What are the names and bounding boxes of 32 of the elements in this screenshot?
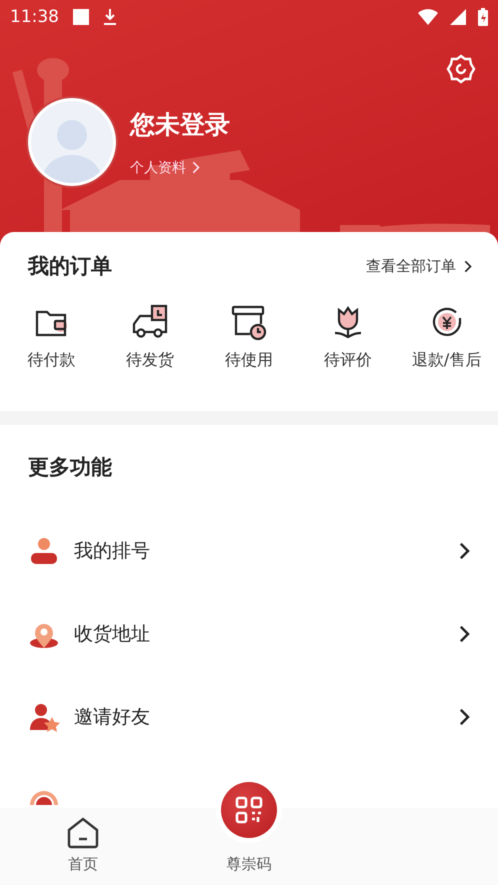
headset-icon	[28, 791, 60, 805]
chevron-right-icon	[459, 624, 470, 642]
profile-link[interactable]: 个人资料	[130, 158, 200, 176]
order-status-link[interactable]: 退款/售后	[412, 350, 482, 371]
avatar[interactable]	[28, 98, 116, 186]
menu-item[interactable]: 邀请好友	[74, 704, 460, 730]
chevron-right-icon	[459, 708, 470, 726]
order-status-link[interactable]: 待发货	[126, 350, 174, 371]
download-icon	[103, 8, 117, 26]
status-time: 11:38	[10, 7, 59, 27]
chevron-right-icon	[459, 542, 470, 560]
section-title: 我的订单	[28, 253, 112, 280]
section-title: 更多功能	[28, 454, 112, 481]
battery-icon	[478, 8, 488, 26]
nav-tab[interactable]: 首页	[68, 855, 98, 873]
order-status-link[interactable]: 待付款	[27, 350, 76, 371]
qr-code-button[interactable]	[221, 782, 277, 838]
view-all-orders-link[interactable]: 查看全部订单	[366, 256, 472, 276]
chevron-right-icon	[464, 260, 472, 272]
menu-item[interactable]: 我的排号	[74, 538, 460, 564]
menu-item[interactable]: 收货地址	[74, 620, 460, 646]
settings-icon[interactable]	[446, 54, 476, 84]
home-icon	[65, 815, 101, 851]
wifi-icon	[418, 9, 438, 25]
signal-icon	[450, 9, 466, 25]
order-status-link[interactable]: 待评价	[324, 350, 372, 371]
nav-tab[interactable]: 尊崇码	[226, 855, 272, 873]
qr-code-icon	[235, 796, 263, 824]
login-status: 您未登录	[130, 108, 230, 140]
order-status-link[interactable]: 待使用	[224, 350, 273, 371]
chevron-right-icon	[192, 161, 200, 174]
notification-icon	[71, 7, 91, 27]
